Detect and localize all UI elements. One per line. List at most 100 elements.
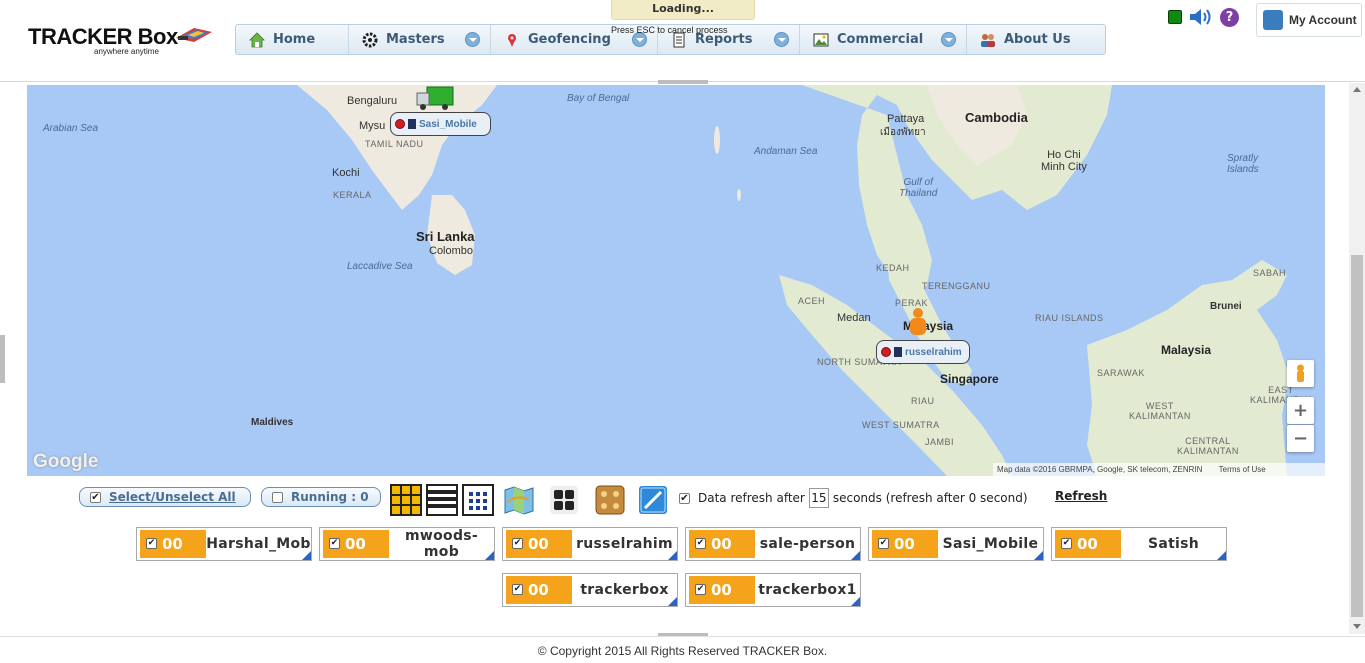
map-view[interactable]: Arabian Sea Bay of Bengal Andaman Sea La…: [27, 85, 1325, 476]
map-label-sarawak: SARAWAK: [1097, 368, 1145, 378]
device-count: 00: [162, 535, 183, 553]
map-marker-sasi-mobile[interactable]: Sasi_Mobile: [390, 112, 491, 136]
device-checkbox[interactable]: ✔: [146, 538, 157, 549]
corner-indicator-icon: [302, 551, 311, 560]
grid-small-icon[interactable]: [390, 484, 422, 516]
map-marker-russelrahim[interactable]: russelrahim: [876, 340, 970, 364]
select-all-checkbox[interactable]: ✔: [90, 491, 101, 503]
select-all-toggle[interactable]: ✔ Select/Unselect All: [79, 487, 251, 507]
chevron-down-icon[interactable]: [941, 32, 956, 47]
device-tile[interactable]: ✔ 00 russelrahim: [502, 527, 678, 561]
map-label-pattaya: Pattaya: [887, 113, 925, 125]
refresh-seconds-input[interactable]: 15: [808, 488, 829, 508]
device-tile[interactable]: ✔ 00 trackerbox1: [685, 573, 861, 607]
scrollbar-thumb[interactable]: [1351, 255, 1363, 617]
corner-indicator-icon: [851, 597, 860, 606]
terms-of-use-link[interactable]: Terms of Use: [1219, 465, 1266, 474]
header: TRACKER Box anywhere anytime Home Master…: [0, 0, 1365, 82]
chevron-down-icon[interactable]: [774, 32, 789, 47]
device-count-box: ✔ 00: [140, 530, 206, 558]
zoom-in-button[interactable]: +: [1287, 397, 1314, 424]
list-icon[interactable]: [426, 484, 458, 516]
running-toggle[interactable]: Running : 0: [261, 487, 381, 507]
device-tile[interactable]: ✔ 00 Harshal_Mob: [136, 527, 312, 561]
tiles-icon[interactable]: [548, 484, 580, 516]
device-count: 00: [894, 535, 915, 553]
nav-commercial[interactable]: Commercial: [800, 25, 967, 54]
chevron-down-icon[interactable]: [465, 32, 480, 47]
marker-label-text: Sasi_Mobile: [419, 118, 477, 130]
device-tile[interactable]: ✔ 00 sale-person: [685, 527, 861, 561]
person-icon[interactable]: [907, 307, 929, 337]
map-icon[interactable]: [503, 484, 535, 516]
google-logo: Google: [33, 451, 99, 472]
route-icon[interactable]: [637, 484, 669, 516]
app-root: TRACKER Box anywhere anytime Home Master…: [0, 0, 1365, 663]
device-checkbox[interactable]: ✔: [695, 584, 706, 595]
device-tile[interactable]: ✔ 00 Sasi_Mobile: [868, 527, 1044, 561]
device-checkbox[interactable]: ✔: [512, 584, 523, 595]
map-label-malaysia-east: Malaysia: [1161, 343, 1212, 357]
device-checkbox[interactable]: ✔: [512, 538, 523, 549]
map-label-mysuru: Mysu: [359, 120, 386, 132]
home-icon: [249, 31, 265, 47]
dashboard-icon[interactable]: [594, 484, 626, 516]
truck-icon[interactable]: [415, 85, 455, 111]
device-checkbox[interactable]: ✔: [1061, 538, 1072, 549]
device-checkbox[interactable]: ✔: [329, 538, 340, 549]
device-tile[interactable]: ✔ 00 mwoods-mob: [319, 527, 495, 561]
grid-large-icon[interactable]: [462, 484, 494, 516]
nav-masters-label: Masters: [386, 32, 445, 47]
nav-masters[interactable]: Masters: [349, 25, 491, 54]
scroll-down-arrow-icon[interactable]: [1353, 624, 1361, 629]
map-label-laccadive-sea: Laccadive Sea: [347, 261, 413, 272]
collapse-handle-left[interactable]: [0, 335, 5, 383]
map-label-kerala: KERALA: [333, 190, 372, 200]
refresh-prefix: Data refresh after: [698, 491, 805, 505]
street-view-pegman-icon[interactable]: [1287, 360, 1314, 387]
device-name: Satish: [1147, 536, 1200, 552]
device-count: 00: [1077, 535, 1098, 553]
my-account-button[interactable]: My Account: [1256, 3, 1362, 37]
device-checkbox[interactable]: ✔: [695, 538, 706, 549]
map-label-spratly: Spratly Islands: [1227, 153, 1259, 175]
device-count: 00: [345, 535, 366, 553]
tracker-box-logo[interactable]: TRACKER Box anywhere anytime: [28, 14, 218, 58]
map-label-riau-islands: RIAU ISLANDS: [1035, 313, 1104, 323]
corner-indicator-icon: [851, 551, 860, 560]
collapse-handle-top[interactable]: [658, 80, 708, 84]
map-label-sri-lanka: Sri Lanka: [416, 229, 475, 244]
status-red-icon: [395, 119, 405, 129]
vertical-scrollbar[interactable]: [1349, 83, 1365, 634]
map-label-kedah: KEDAH: [876, 263, 910, 273]
zoom-out-button[interactable]: −: [1287, 425, 1314, 452]
device-checkbox[interactable]: ✔: [878, 538, 889, 549]
person-icon: [408, 119, 416, 129]
help-icon[interactable]: ?: [1220, 7, 1239, 27]
map-label-medan: Medan: [837, 312, 871, 324]
nav-commercial-label: Commercial: [837, 32, 924, 47]
data-refresh-checkbox[interactable]: ✔: [679, 492, 690, 504]
map-label-andaman-sea: Andaman Sea: [754, 146, 818, 157]
device-name: russelrahim: [576, 536, 673, 552]
device-tile[interactable]: ✔ 00 Satish: [1051, 527, 1227, 561]
map-label-sabah: SABAH: [1253, 268, 1287, 278]
map-label-gulf-of-thailand: Gulf of Thailand: [899, 177, 938, 199]
running-label: Running : 0: [291, 490, 369, 504]
map-label-terengganu: TERENGGANU: [922, 281, 991, 291]
corner-indicator-icon: [1217, 551, 1226, 560]
map-toolbar: ✔ Select/Unselect All Running : 0 ✔ Data…: [79, 484, 1119, 518]
corner-indicator-icon: [668, 551, 677, 560]
status-green-icon[interactable]: [1168, 10, 1182, 24]
scroll-up-arrow-icon[interactable]: [1353, 87, 1361, 92]
marker-label-text: russelrahim: [905, 346, 962, 358]
device-tile[interactable]: ✔ 00 trackerbox: [502, 573, 678, 607]
map-label-riau: RIAU: [911, 396, 935, 406]
refresh-link[interactable]: Refresh: [1055, 489, 1107, 503]
running-checkbox[interactable]: [272, 491, 283, 503]
device-name: trackerbox: [580, 582, 669, 598]
device-count-box: ✔ 00: [1055, 530, 1121, 558]
nav-home[interactable]: Home: [236, 25, 349, 54]
nav-about-us[interactable]: About Us: [967, 25, 1105, 54]
speaker-icon[interactable]: [1188, 6, 1214, 28]
